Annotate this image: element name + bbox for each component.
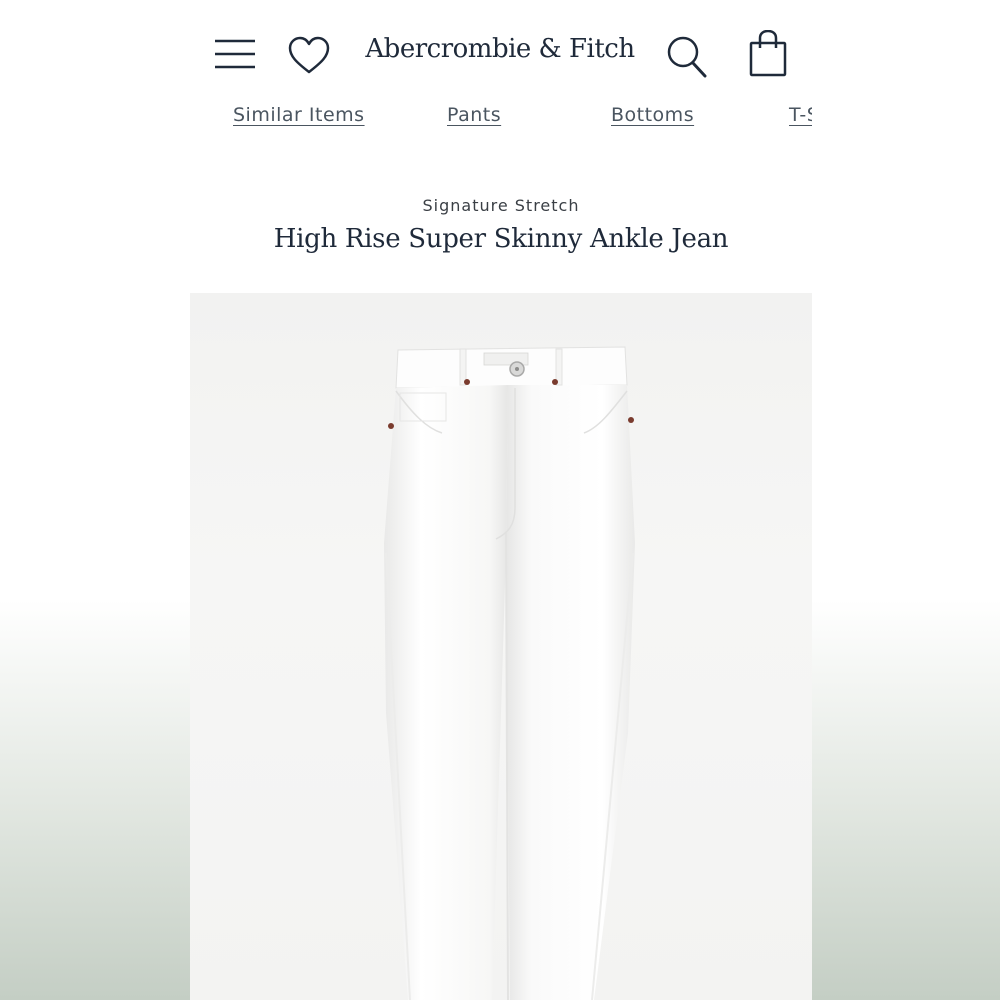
search-icon	[667, 36, 707, 78]
product-title: High Rise Super Skinny Ankle Jean	[273, 224, 729, 254]
tab-pants[interactable]: Pants	[447, 104, 501, 126]
product-image-area[interactable]	[190, 293, 812, 1000]
related-categories-tabs: Similar Items Pants Bottoms T-S	[190, 104, 812, 144]
tab-t-shirts[interactable]: T-S	[789, 104, 812, 126]
phone-screen: Abercrombie & Fitch Similar Items Pants …	[190, 8, 812, 1000]
menu-icon	[215, 39, 255, 69]
header-bar: Abercrombie & Fitch	[190, 8, 812, 100]
shopping-bag-icon	[749, 29, 787, 77]
heart-icon	[288, 36, 330, 74]
tab-bottoms[interactable]: Bottoms	[611, 104, 694, 126]
white-jeans-image	[384, 346, 635, 1000]
product-collection: Signature Stretch	[422, 196, 580, 215]
wishlist-button[interactable]	[288, 36, 330, 76]
search-button[interactable]	[666, 34, 708, 78]
tab-similar-items[interactable]: Similar Items	[233, 104, 365, 126]
brand-logo[interactable]: Abercrombie & Fitch	[350, 34, 650, 64]
shopping-bag-button[interactable]	[748, 29, 788, 78]
menu-button[interactable]	[214, 38, 256, 70]
